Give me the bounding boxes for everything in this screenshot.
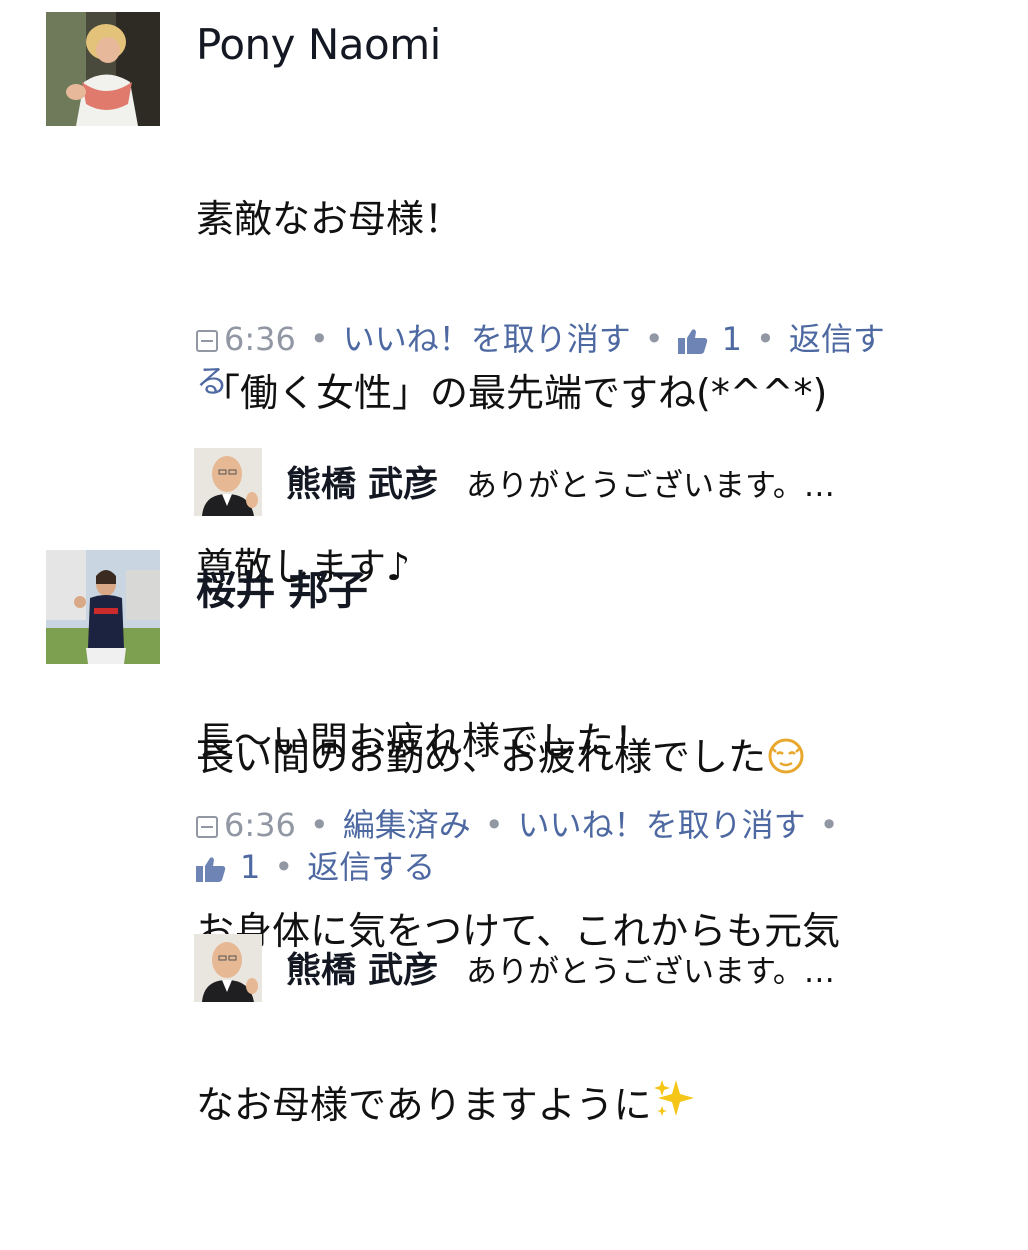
- unlike-link[interactable]: いいね！を取り消す: [518, 806, 806, 844]
- reply-author[interactable]: 熊橋 武彦: [286, 942, 438, 993]
- relieved-face-emoji: [768, 738, 804, 774]
- comment-author[interactable]: 桜井 邦子: [196, 558, 368, 616]
- clock-icon: [196, 330, 218, 352]
- unlike-link[interactable]: いいね！を取り消す: [343, 320, 631, 358]
- reply-text: ありがとうございます。…: [466, 954, 835, 990]
- like-count[interactable]: 1: [677, 320, 742, 358]
- reply-link[interactable]: 返信す: [789, 320, 885, 358]
- clock-icon: [196, 816, 218, 838]
- reply-link-wrap[interactable]: る: [196, 362, 228, 400]
- comment-line: 長い間のお勤め、お疲れ様でした: [196, 728, 840, 786]
- reply-author[interactable]: 熊橋 武彦: [286, 456, 438, 507]
- reply-preview[interactable]: 熊橋 武彦 ありがとうございます。…: [194, 448, 994, 518]
- comment-meta: 6:36 • いいね！を取り消す • 1 • 返信する: [196, 320, 885, 400]
- comment-time[interactable]: 6:36: [224, 320, 296, 358]
- avatar: [194, 448, 262, 516]
- comment-time[interactable]: 6:36: [224, 806, 296, 844]
- comment-body: 長い間のお勤め、お疲れ様でした お身体に気をつけて、これからも元気 なお母様であ…: [196, 612, 840, 1250]
- avatar: [194, 934, 262, 1002]
- reply-link[interactable]: 返信する: [307, 848, 435, 886]
- thumbs-up-icon: [677, 329, 707, 354]
- like-count[interactable]: 1: [196, 848, 260, 886]
- avatar[interactable]: [46, 550, 160, 664]
- comment-author[interactable]: Pony Naomi: [196, 20, 441, 69]
- reply-text: ありがとうございます。…: [466, 468, 835, 504]
- edited-link[interactable]: 編集済み: [343, 806, 471, 844]
- comment-meta: 6:36 • 編集済み • いいね！を取り消す • 1 • 返信する: [196, 804, 986, 888]
- comment-line: 素敵なお母様！: [196, 197, 463, 241]
- sparkles-emoji: [653, 1080, 694, 1116]
- avatar[interactable]: [46, 12, 160, 126]
- reply-preview[interactable]: 熊橋 武彦 ありがとうございます。…: [194, 934, 994, 1004]
- comment-line: なお母様でありますように: [196, 1076, 840, 1134]
- thumbs-up-icon: [196, 857, 226, 882]
